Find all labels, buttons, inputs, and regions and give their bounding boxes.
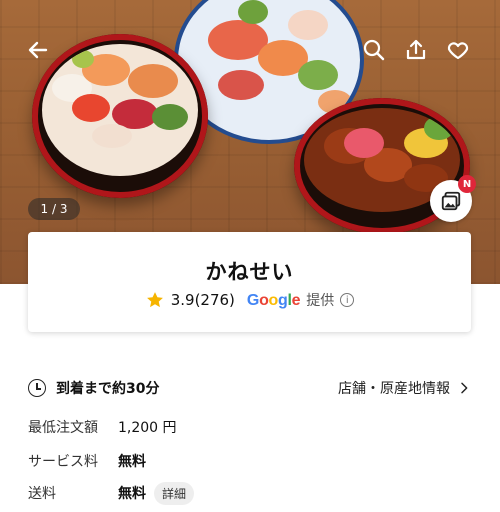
store-origin-info-link[interactable]: 店舗・原産地情報: [338, 378, 472, 398]
google-letter: o: [268, 292, 279, 309]
share-button[interactable]: [402, 36, 430, 64]
delivery-time: 到着まで約30分: [56, 381, 160, 397]
seafood-bowl-left: [32, 34, 208, 198]
arrow-left-icon: [28, 41, 48, 59]
google-letter: o: [259, 292, 269, 309]
rating-value: 3.9: [170, 291, 195, 309]
store-info-card: かねせい 3.9 (276) Google 提供 i: [28, 232, 471, 332]
provided-label: 提供: [306, 293, 335, 309]
new-badge: N: [458, 175, 476, 193]
google-letter: G: [246, 292, 260, 309]
delivery-time-row: 到着まで約30分 店舗・原産地情報: [28, 376, 472, 400]
detail-label: 最低注文額: [28, 420, 98, 436]
back-button[interactable]: [24, 36, 52, 64]
min-order-row: 最低注文額 1,200 円: [28, 416, 472, 438]
rating-row[interactable]: 3.9 (276) Google 提供 i: [28, 290, 471, 310]
google-logo: Google: [246, 290, 301, 310]
rating-count: (276): [194, 291, 235, 309]
share-icon: [406, 39, 426, 60]
service-fee-row: サービス料 無料: [28, 450, 472, 472]
heart-icon: [447, 42, 469, 60]
detail-value: 無料: [118, 454, 146, 470]
details-button[interactable]: 詳細: [154, 481, 195, 505]
detail-label: サービス料: [28, 454, 98, 470]
photo-pager: 1 / 3: [28, 198, 80, 220]
search-button[interactable]: [360, 36, 388, 64]
detail-value: 無料: [118, 486, 146, 502]
detail-value: 1,200 円: [118, 420, 177, 436]
google-letter: g: [278, 292, 288, 309]
photo-gallery-icon: [441, 191, 461, 211]
favorite-button[interactable]: [444, 36, 472, 64]
detail-label: 送料: [28, 486, 56, 502]
info-icon[interactable]: i: [340, 293, 355, 307]
delivery-fee-row: 送料 無料 詳細: [28, 481, 472, 505]
chevron-right-icon: [461, 382, 468, 394]
google-letter: e: [291, 292, 301, 309]
search-icon: [363, 39, 385, 61]
clock-icon: [28, 379, 46, 397]
store-name: かねせい: [205, 260, 294, 284]
star-icon: [146, 292, 163, 308]
store-origin-info-label: 店舗・原産地情報: [338, 381, 450, 397]
